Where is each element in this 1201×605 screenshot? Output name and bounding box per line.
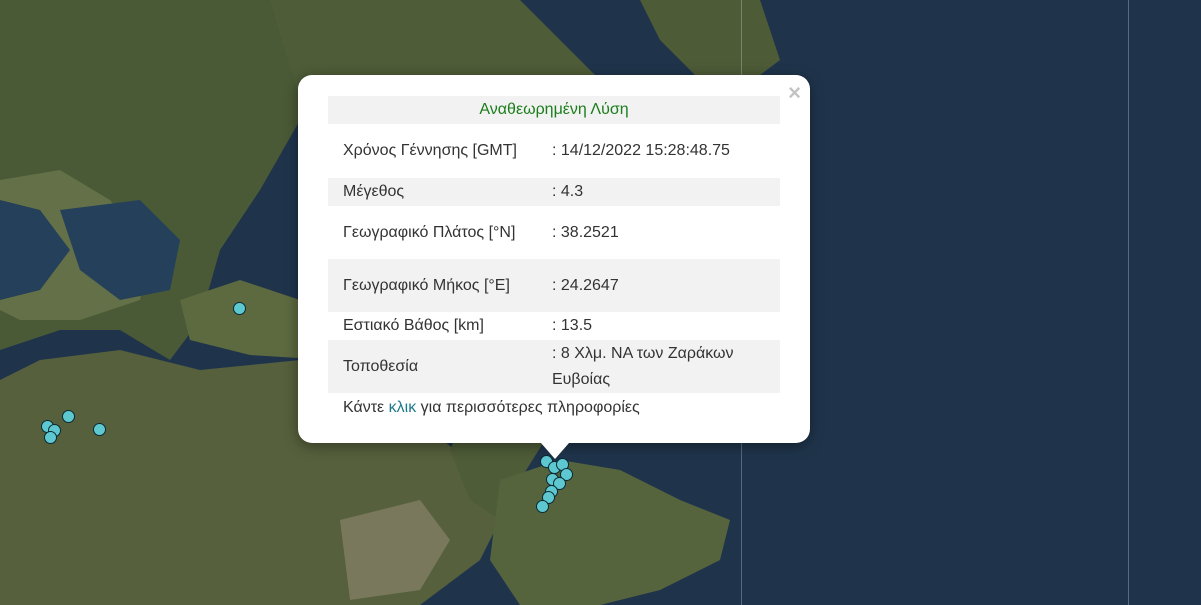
info-table: Χρόνος Γέννησης [GMT] : 14/12/2022 15:28… — [328, 124, 780, 393]
row-depth: Εστιακό Βάθος [km] : 13.5 — [328, 312, 780, 340]
more-info-line: Κάντε κλικ για περισσότερες πληροφορίες — [328, 398, 780, 418]
more-info-prefix: Κάντε — [343, 399, 385, 416]
grid-line — [1128, 0, 1129, 605]
popup-title: Αναθεωρημένη Λύση — [328, 96, 780, 124]
location-label: Τοποθεσία — [328, 340, 538, 393]
latitude-value: : 38.2521 — [552, 223, 619, 241]
earthquake-marker[interactable] — [536, 500, 549, 513]
origin-time-value: : 14/12/2022 15:28:48.75 — [552, 142, 730, 159]
row-location: Τοποθεσία : 8 Χλμ. ΝΑ των Ζαράκων Ευβοία… — [328, 340, 780, 393]
row-origin-time: Χρόνος Γέννησης [GMT] : 14/12/2022 15:28… — [328, 124, 780, 178]
depth-label: Εστιακό Βάθος [km] — [343, 317, 484, 334]
magnitude-label: Μέγεθος — [328, 178, 538, 206]
latitude-label: Γεωγραφικό Πλάτος [°N] — [343, 223, 516, 241]
row-longitude: Γεωγραφικό Μήκος [°E] : 24.2647 — [328, 259, 780, 312]
location-value: : 8 Χλμ. ΝΑ των Ζαράκων Ευβοίας — [538, 340, 780, 393]
depth-value: : 13.5 — [552, 317, 593, 334]
earthquake-info-popup: × Αναθεωρημένη Λύση Χρόνος Γέννησης [GMT… — [298, 75, 810, 443]
earthquake-marker[interactable] — [44, 431, 57, 444]
more-info-suffix: για περισσότερες πληροφορίες — [420, 399, 640, 416]
more-info-link[interactable]: κλικ — [389, 399, 417, 416]
row-magnitude: Μέγεθος : 4.3 — [328, 178, 780, 206]
longitude-value: : 24.2647 — [538, 259, 780, 312]
popup-tip — [541, 443, 569, 459]
row-latitude: Γεωγραφικό Πλάτος [°N] : 38.2521 — [328, 206, 780, 259]
earthquake-marker[interactable] — [233, 302, 246, 315]
longitude-label: Γεωγραφικό Μήκος [°E] — [328, 259, 538, 312]
info-panel: Αναθεωρημένη Λύση Χρόνος Γέννησης [GMT] … — [328, 96, 780, 418]
origin-time-label: Χρόνος Γέννησης [GMT] — [343, 142, 517, 159]
close-button[interactable]: × — [788, 81, 801, 105]
magnitude-value: : 4.3 — [538, 178, 780, 206]
earthquake-marker[interactable] — [93, 423, 106, 436]
earthquake-marker[interactable] — [62, 410, 75, 423]
